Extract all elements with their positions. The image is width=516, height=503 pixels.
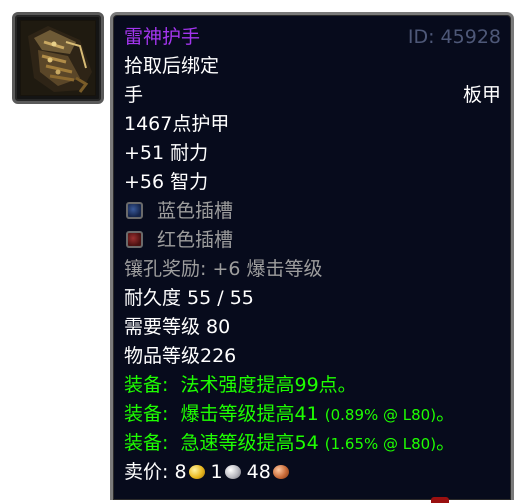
slot-row: 手 板甲 — [124, 81, 501, 109]
equip-text: 爆击等级提高41 — [180, 403, 319, 425]
socket-blue: 蓝色插槽 — [124, 197, 501, 225]
socket-red: 红色插槽 — [124, 226, 501, 254]
item-level: 物品等级226 — [124, 345, 237, 367]
gold-coin-icon — [188, 465, 205, 479]
equip-text: 急速等级提高54 — [180, 432, 319, 454]
silver-amount: 1 — [210, 461, 223, 483]
red-corner-mark — [431, 497, 449, 503]
item-name-row: 雷神护手 ID: 45928 — [124, 23, 501, 51]
equip-note: (0.89% @ L80) — [324, 406, 437, 424]
equip-suffix: 。 — [436, 432, 456, 454]
item-tooltip: 雷神护手 ID: 45928 拾取后绑定 手 板甲 1467点护甲 +51 耐力… — [110, 12, 514, 503]
durability: 耐久度 55 / 55 — [124, 287, 254, 309]
equip-effect: 装备: 法术强度提高99点。 — [124, 371, 501, 399]
sell-price: 卖价: 8 1 48 — [124, 458, 501, 486]
item-name: 雷神护手 — [124, 26, 201, 48]
copper-coin-icon — [272, 465, 289, 479]
equip-text: 法术强度提高99点。 — [180, 374, 357, 396]
socket-bonus: 镶孔奖励: +6 爆击等级 — [124, 258, 323, 280]
equip-prefix: 装备: — [124, 374, 169, 396]
equip-effect: 装备: 急速等级提高54 (1.65% @ L80)。 — [124, 429, 501, 457]
equip-prefix: 装备: — [124, 403, 169, 425]
stat-intellect: +56 智力 — [124, 171, 209, 193]
item-id: ID: 45928 — [407, 26, 501, 48]
item-icon-frame[interactable] — [12, 12, 104, 104]
equip-effect: 装备: 爆击等级提高41 (0.89% @ L80)。 — [124, 400, 501, 428]
required-level: 需要等级 80 — [124, 316, 231, 338]
gold-amount: 8 — [174, 461, 187, 483]
plate-gauntlet-icon — [20, 20, 96, 96]
sell-price-label: 卖价: — [124, 461, 169, 483]
socket-label: 红色插槽 — [157, 229, 234, 251]
equip-note: (1.65% @ L80) — [324, 435, 437, 453]
red-socket-icon — [126, 231, 143, 248]
equip-prefix: 装备: — [124, 432, 169, 454]
socket-label: 蓝色插槽 — [157, 200, 234, 222]
copper-amount: 48 — [246, 461, 271, 483]
silver-coin-icon — [224, 465, 241, 479]
armor-value: 1467点护甲 — [124, 113, 230, 135]
armor-type: 板甲 — [462, 84, 501, 106]
stat-stamina: +51 耐力 — [124, 142, 209, 164]
blue-socket-icon — [126, 202, 143, 219]
binding: 拾取后绑定 — [124, 55, 220, 77]
equip-suffix: 。 — [436, 403, 456, 425]
slot: 手 — [124, 84, 144, 106]
